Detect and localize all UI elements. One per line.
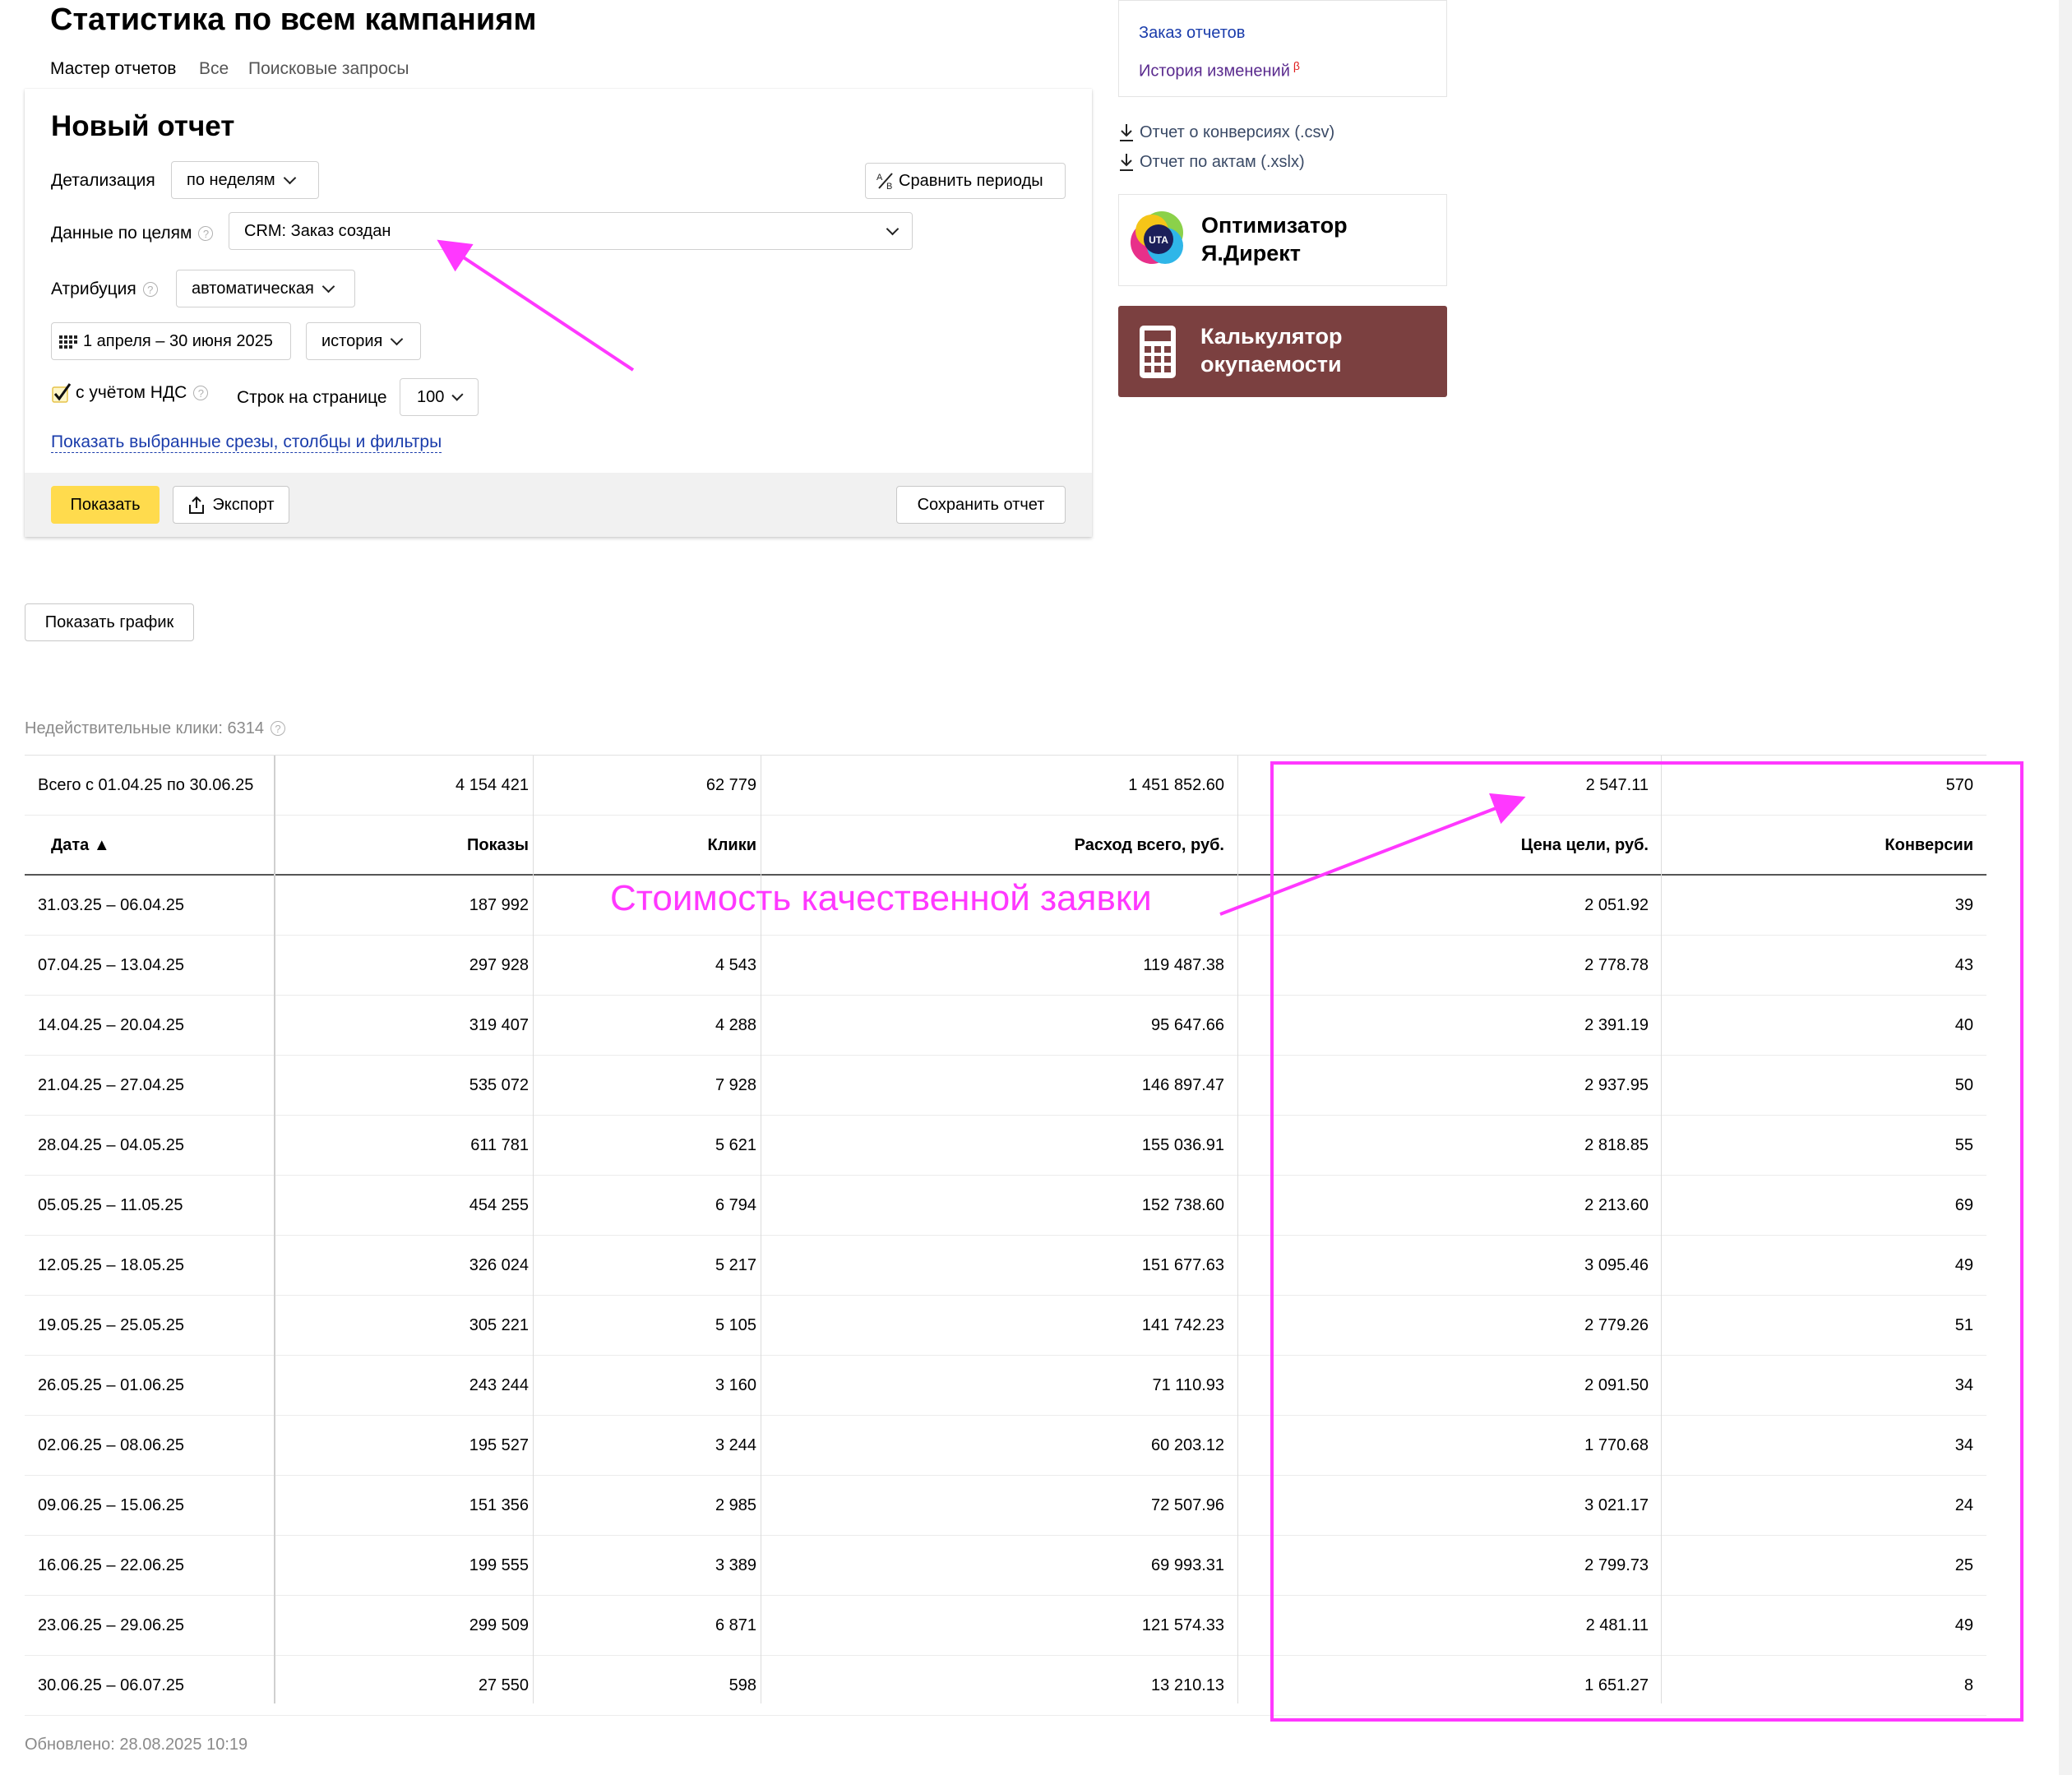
arrow-to-goals-select bbox=[437, 239, 635, 372]
arrow-to-goal-cost bbox=[1219, 793, 1526, 916]
annotation-arrows bbox=[437, 239, 1526, 916]
